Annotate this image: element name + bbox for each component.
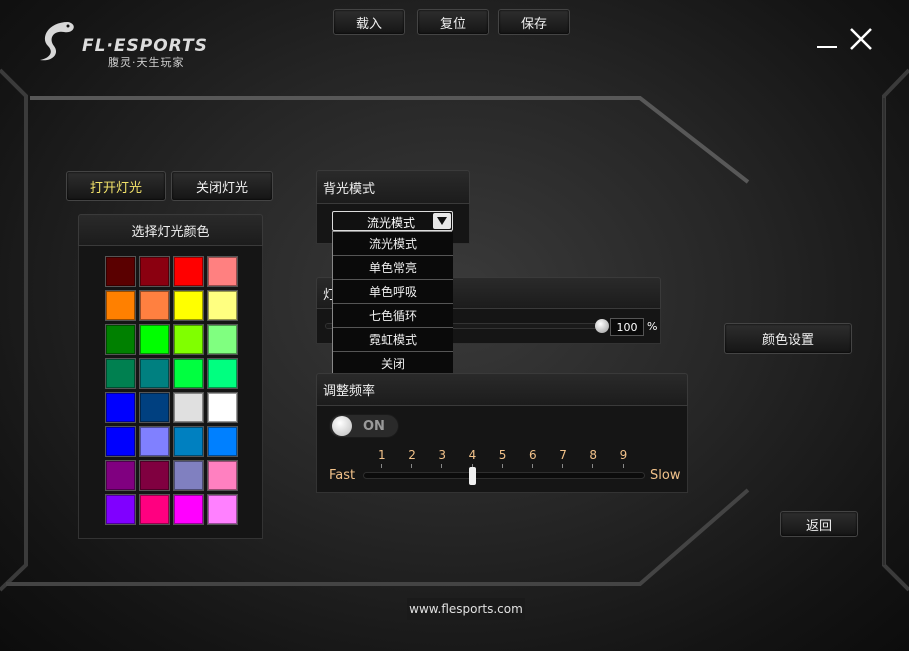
color-swatch[interactable] — [173, 392, 204, 423]
brightness-slider-thumb[interactable] — [595, 319, 609, 333]
color-swatch[interactable] — [207, 460, 238, 491]
frequency-tick-label: 1 — [378, 448, 386, 462]
frequency-tick-label: 9 — [619, 448, 628, 462]
minimize-icon — [817, 46, 837, 48]
close-icon — [850, 28, 872, 50]
color-swatch[interactable] — [105, 392, 136, 423]
light-on-button[interactable]: 打开灯光 — [66, 171, 166, 201]
backlight-option[interactable]: 流光模式 — [333, 232, 453, 256]
color-swatch[interactable] — [105, 290, 136, 321]
color-swatch[interactable] — [173, 324, 204, 355]
frequency-tick-mark — [441, 464, 443, 468]
frequency-toggle[interactable]: ON — [329, 414, 399, 438]
color-swatch[interactable] — [207, 324, 238, 355]
frequency-slider-thumb[interactable] — [469, 467, 477, 485]
color-swatch[interactable] — [207, 494, 238, 525]
color-swatch[interactable] — [173, 358, 204, 389]
backlight-dropdown-list: 流光模式 单色常亮 单色呼吸 七色循环 霓虹模式 关闭 — [332, 231, 453, 376]
color-swatch[interactable] — [139, 392, 170, 423]
color-swatch[interactable] — [105, 358, 136, 389]
color-swatch[interactable] — [139, 256, 170, 287]
color-swatch[interactable] — [139, 358, 170, 389]
load-button[interactable]: 载入 — [333, 9, 405, 35]
backlight-select[interactable]: 流光模式 — [332, 211, 453, 231]
color-swatch[interactable] — [173, 256, 204, 287]
color-swatch[interactable] — [105, 256, 136, 287]
frequency-tick-label: 2 — [408, 448, 416, 462]
frequency-tick-label: 5 — [498, 448, 507, 462]
footer-website[interactable]: www.flesports.com — [407, 598, 525, 620]
color-swatch[interactable] — [139, 426, 170, 457]
frequency-tick-label: 6 — [529, 448, 537, 462]
brightness-unit: % — [647, 320, 658, 333]
backlight-option[interactable]: 霓虹模式 — [333, 328, 453, 352]
color-swatch[interactable] — [139, 324, 170, 355]
frequency-tick-label: 3 — [438, 448, 447, 462]
frequency-panel: ON 1 2 3 4 5 6 7 8 9 Fast Slow — [316, 406, 688, 493]
color-swatch[interactable] — [207, 256, 238, 287]
color-swatch[interactable] — [139, 494, 170, 525]
backlight-option[interactable]: 单色常亮 — [333, 256, 453, 280]
toggle-label: ON — [363, 419, 385, 434]
frequency-tick-mark — [592, 464, 594, 468]
light-off-button[interactable]: 关闭灯光 — [171, 171, 273, 201]
reset-button[interactable]: 复位 — [417, 9, 489, 35]
frequency-tick-mark — [622, 464, 624, 468]
backlight-option[interactable]: 七色循环 — [333, 304, 453, 328]
frequency-tick-label: 7 — [559, 448, 567, 462]
frequency-tick-mark — [501, 464, 503, 468]
backlight-option[interactable]: 单色呼吸 — [333, 280, 453, 304]
dropdown-arrow-icon — [433, 213, 451, 229]
color-swatch[interactable] — [173, 460, 204, 491]
color-swatch[interactable] — [105, 324, 136, 355]
frequency-tick-mark — [532, 464, 533, 468]
color-swatch[interactable] — [173, 494, 204, 525]
frequency-title: 调整频率 — [316, 373, 688, 406]
brand-slogan: 腹灵·天生玩家 — [108, 56, 185, 69]
toggle-knob — [332, 416, 352, 436]
color-swatch[interactable] — [173, 426, 204, 457]
color-swatch[interactable] — [139, 460, 170, 491]
color-panel-title: 选择灯光颜色 — [78, 214, 263, 246]
brand-name: FL·ESPORTS — [82, 36, 208, 56]
frequency-track[interactable] — [363, 472, 645, 479]
backlight-selected-value: 流光模式 — [367, 216, 416, 230]
color-swatch[interactable] — [207, 358, 238, 389]
frequency-tick-mark — [381, 464, 382, 468]
save-button[interactable]: 保存 — [498, 9, 570, 35]
color-swatch[interactable] — [105, 460, 136, 491]
brand-logo: FL·ESPORTS 腹灵·天生玩家 — [38, 18, 238, 74]
color-swatch[interactable] — [139, 290, 170, 321]
color-swatch[interactable] — [105, 426, 136, 457]
color-swatch[interactable] — [105, 494, 136, 525]
fast-label: Fast — [329, 468, 356, 483]
color-panel — [78, 246, 263, 539]
color-swatch[interactable] — [207, 426, 238, 457]
frequency-tick-label: 4 — [468, 448, 477, 462]
snake-logo-icon — [40, 22, 74, 61]
close-button[interactable] — [849, 27, 873, 51]
color-swatch[interactable] — [207, 290, 238, 321]
backlight-title: 背光模式 — [316, 170, 470, 204]
minimize-button[interactable] — [815, 27, 839, 51]
color-settings-button[interactable]: 颜色设置 — [724, 323, 852, 354]
frequency-tick-mark — [411, 464, 413, 468]
color-swatch[interactable] — [207, 392, 238, 423]
back-button[interactable]: 返回 — [780, 511, 858, 537]
brightness-value[interactable]: 100 — [610, 318, 644, 336]
color-swatch[interactable] — [173, 290, 204, 321]
slow-label: Slow — [650, 468, 681, 483]
frequency-tick-label: 8 — [589, 448, 598, 462]
frequency-tick-mark — [562, 464, 564, 468]
